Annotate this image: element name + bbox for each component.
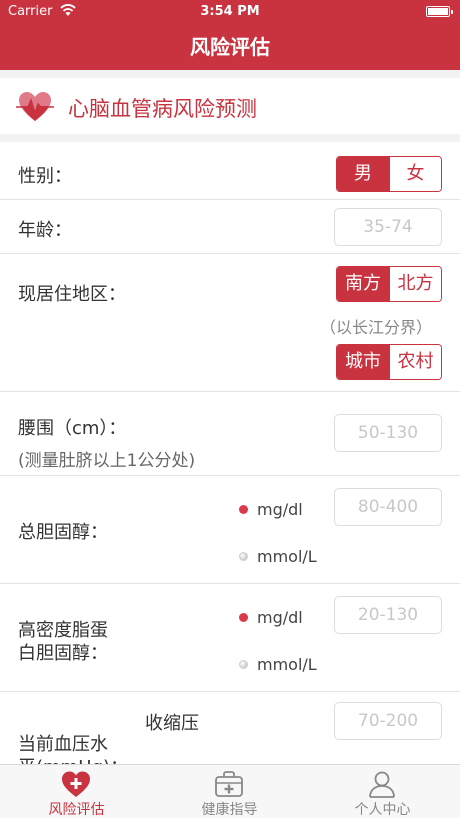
region-hint: （以长江分界） — [320, 318, 433, 337]
age-input[interactable] — [334, 208, 442, 246]
cholesterol-unit-mgdl-label[interactable]: mg/dl — [257, 500, 303, 519]
section-header: 心脑血管病风险预测 — [0, 78, 460, 134]
hdl-unit-mgdl-radio[interactable] — [239, 613, 248, 622]
cholesterol-input[interactable] — [334, 488, 442, 526]
region-row: 现居住地区： 南方 北方 （以长江分界） 城市 农村 — [0, 254, 460, 392]
cholesterol-unit-mmol-radio[interactable] — [239, 552, 248, 561]
systolic-label: 收缩压 — [145, 713, 199, 734]
area-rural-option[interactable]: 农村 — [389, 345, 441, 379]
heart-pulse-icon — [16, 90, 54, 124]
risk-form: 性别： 男 女 年龄： 现居住地区： 南方 北方 （以长江分界） 城市 农村 腰… — [0, 142, 460, 764]
blood-pressure-row: 当前血压水 平(mmHg)： 收缩压 — [0, 692, 460, 764]
gender-male-option[interactable]: 男 — [337, 157, 389, 191]
battery-icon — [426, 6, 453, 17]
gender-label: 性别： — [18, 166, 72, 187]
status-bar: Carrier 3:54 PM — [0, 0, 460, 24]
tab-risk-assessment[interactable]: 风险评估 — [0, 765, 153, 818]
medical-kit-icon — [213, 770, 245, 798]
nav-title: 风险评估 — [0, 24, 460, 70]
region-label: 现居住地区： — [18, 284, 126, 305]
gender-segmented-control: 男 女 — [336, 156, 442, 192]
tab-risk-assessment-label: 风险评估 — [48, 802, 105, 818]
heart-plus-icon — [60, 770, 92, 798]
gender-female-option[interactable]: 女 — [389, 157, 441, 191]
hdl-row: 高密度脂蛋 白胆固醇： mg/dl mmol/L — [0, 584, 460, 692]
waist-label: 腰围（cm）： — [18, 418, 127, 439]
cholesterol-row: 总胆固醇： mg/dl mmol/L — [0, 476, 460, 584]
waist-sublabel: (测量肚脐以上1公分处) — [18, 451, 196, 471]
tab-personal-center-label: 个人中心 — [354, 802, 411, 818]
section-title: 心脑血管病风险预测 — [68, 97, 257, 121]
region-north-option[interactable]: 北方 — [389, 267, 441, 301]
age-label: 年龄： — [18, 220, 72, 241]
waist-input[interactable] — [334, 414, 442, 452]
cholesterol-label: 总胆固醇： — [18, 522, 108, 543]
hdl-unit-mmol-label[interactable]: mmol/L — [257, 655, 317, 674]
systolic-input[interactable] — [334, 702, 442, 740]
cholesterol-unit-mgdl-radio[interactable] — [239, 505, 248, 514]
cholesterol-unit-mmol-label[interactable]: mmol/L — [257, 547, 317, 566]
hdl-input[interactable] — [334, 596, 442, 634]
direction-segmented-control: 南方 北方 — [336, 266, 442, 302]
hdl-unit-mgdl-label[interactable]: mg/dl — [257, 608, 303, 627]
area-segmented-control: 城市 农村 — [336, 344, 442, 380]
region-south-option[interactable]: 南方 — [337, 267, 389, 301]
tab-health-guidance-label: 健康指导 — [201, 802, 258, 818]
bp-label-line2: 平(mmHg)： — [18, 753, 128, 764]
user-icon — [366, 770, 398, 798]
gender-row: 性别： 男 女 — [0, 142, 460, 200]
waist-row: 腰围（cm）： (测量肚脐以上1公分处) — [0, 392, 460, 476]
tab-bar: 风险评估 健康指导 个人中心 — [0, 764, 460, 818]
area-city-option[interactable]: 城市 — [337, 345, 389, 379]
clock: 3:54 PM — [200, 4, 260, 19]
tab-personal-center[interactable]: 个人中心 — [306, 765, 459, 818]
age-row: 年龄： — [0, 200, 460, 254]
tab-health-guidance[interactable]: 健康指导 — [153, 765, 306, 818]
hdl-unit-mmol-radio[interactable] — [239, 660, 248, 669]
hdl-label-line2: 白胆固醇： — [18, 643, 108, 664]
